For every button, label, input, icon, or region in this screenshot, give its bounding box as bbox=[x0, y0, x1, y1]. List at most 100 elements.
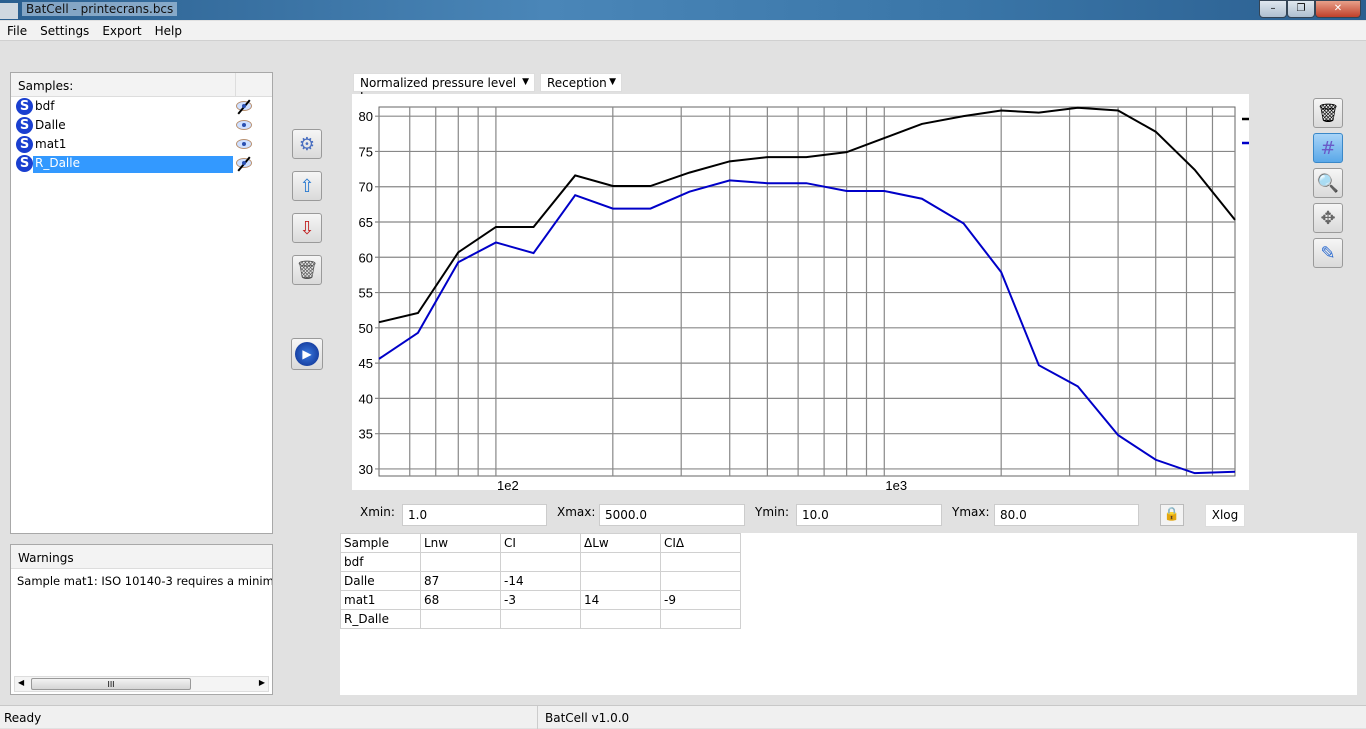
picker-button[interactable]: ✎ bbox=[1313, 238, 1343, 268]
y-tick-label: 50 bbox=[359, 321, 373, 336]
warnings-header: Warnings bbox=[11, 545, 272, 569]
table-cell: -3 bbox=[501, 591, 581, 610]
results-table-panel: SampleLnwCIΔLwCIΔbdfDalle87-14mat168-314… bbox=[340, 533, 1357, 695]
y-tick-label: 45 bbox=[359, 356, 373, 371]
column-header: Sample bbox=[341, 534, 421, 553]
table-cell bbox=[661, 572, 741, 591]
lock-button[interactable]: 🔒 bbox=[1160, 504, 1184, 526]
warning-message: Sample mat1: ISO 10140-3 requires a mini… bbox=[11, 569, 272, 593]
window-title: BatCell - printecrans.bcs bbox=[22, 2, 177, 16]
xmax-label: Xmax: bbox=[557, 505, 595, 519]
sample-name: mat1 bbox=[33, 137, 68, 154]
gear-upload-icon: ⇧ bbox=[299, 176, 314, 197]
import-button[interactable]: ⇧ bbox=[292, 171, 322, 201]
zoom-button[interactable]: 🔍 bbox=[1313, 168, 1343, 198]
sample-name: R_Dalle bbox=[33, 156, 233, 173]
sample-item[interactable]: Sbdf bbox=[11, 97, 272, 116]
sample-list[interactable]: SbdfSDalleSmat1SR_Dalle bbox=[11, 97, 272, 173]
table-header-row: SampleLnwCIΔLwCIΔ bbox=[341, 534, 741, 553]
zoom-icon: 🔍 bbox=[1317, 173, 1339, 194]
sample-item[interactable]: SDalle bbox=[11, 116, 272, 135]
sample-icon: S bbox=[16, 117, 33, 134]
xmax-input[interactable]: 5000.0 bbox=[599, 504, 745, 526]
y-tick-label: 80 bbox=[359, 109, 373, 124]
table-row[interactable]: mat168-314-9 bbox=[341, 591, 741, 610]
table-cell: R_Dalle bbox=[341, 610, 421, 629]
table-row[interactable]: R_Dalle bbox=[341, 610, 741, 629]
sample-item[interactable]: Smat1 bbox=[11, 135, 272, 154]
warnings-panel: Warnings Sample mat1: ISO 10140-3 requir… bbox=[10, 544, 273, 695]
table-cell: -14 bbox=[501, 572, 581, 591]
minimize-button[interactable]: – bbox=[1259, 0, 1287, 18]
run-button[interactable]: ▶ bbox=[291, 338, 323, 370]
clear-chart-button[interactable]: 🗑 bbox=[1313, 98, 1343, 128]
sample-item[interactable]: SR_Dalle bbox=[11, 154, 272, 173]
y-tick-label: 70 bbox=[359, 180, 373, 195]
grid-icon: # bbox=[1320, 138, 1335, 159]
chevron-down-icon: ▼ bbox=[522, 77, 529, 87]
menu-settings[interactable]: Settings bbox=[33, 21, 95, 38]
scroll-right-icon[interactable]: ▶ bbox=[259, 678, 265, 687]
ymin-input[interactable]: 10.0 bbox=[796, 504, 942, 526]
line-chart[interactable]: 30354045505560657075801e21e3Dallemat1 bbox=[352, 94, 1249, 490]
y-tick-label: 55 bbox=[359, 286, 373, 301]
y-tick-label: 35 bbox=[359, 427, 373, 442]
sample-icon: S bbox=[16, 98, 33, 115]
export-button[interactable]: ⇩ bbox=[292, 213, 322, 243]
x-tick-label: 1e2 bbox=[497, 478, 519, 490]
y-tick-label: 65 bbox=[359, 215, 373, 230]
xlog-button[interactable]: Xlog bbox=[1205, 504, 1245, 527]
eye-icon[interactable] bbox=[236, 139, 252, 149]
table-row[interactable]: bdf bbox=[341, 553, 741, 572]
x-tick-label: 1e3 bbox=[885, 478, 907, 490]
table-cell bbox=[581, 572, 661, 591]
eye-hidden-icon[interactable] bbox=[236, 158, 252, 168]
y-tick-label: 40 bbox=[359, 391, 373, 406]
eye-icon[interactable] bbox=[236, 120, 252, 130]
scroll-left-icon[interactable]: ◀ bbox=[18, 678, 24, 687]
sample-icon: S bbox=[16, 136, 33, 153]
status-bar: Ready BatCell v1.0.0 bbox=[0, 705, 1366, 728]
table-cell bbox=[661, 610, 741, 629]
samples-header: Samples: bbox=[11, 73, 272, 97]
gear-download-icon: ⇩ bbox=[299, 218, 314, 239]
table-cell bbox=[581, 610, 661, 629]
pan-button[interactable]: ✥ bbox=[1313, 203, 1343, 233]
table-cell bbox=[421, 553, 501, 572]
status-divider bbox=[537, 706, 538, 729]
play-icon: ▶ bbox=[295, 342, 319, 366]
ymax-input[interactable]: 80.0 bbox=[994, 504, 1139, 526]
results-table: SampleLnwCIΔLwCIΔbdfDalle87-14mat168-314… bbox=[340, 533, 741, 629]
grid-toggle-button[interactable]: # bbox=[1313, 133, 1343, 163]
scroll-thumb[interactable]: III bbox=[31, 678, 191, 690]
menu-file[interactable]: File bbox=[0, 21, 33, 38]
trash-icon: 🗑 bbox=[1317, 103, 1340, 124]
y-tick-label: 60 bbox=[359, 250, 373, 265]
chart-panel[interactable]: 30354045505560657075801e21e3Dallemat1 bbox=[352, 94, 1249, 490]
close-button[interactable]: ✕ bbox=[1315, 0, 1361, 18]
gear-icon: ⚙ bbox=[299, 134, 315, 155]
table-cell: 68 bbox=[421, 591, 501, 610]
eye-hidden-icon[interactable] bbox=[236, 101, 252, 111]
menu-help[interactable]: Help bbox=[148, 21, 188, 38]
table-row[interactable]: Dalle87-14 bbox=[341, 572, 741, 591]
horizontal-scrollbar[interactable]: ◀ III ▶ bbox=[14, 676, 269, 692]
samples-panel: Samples: SbdfSDalleSmat1SR_Dalle bbox=[10, 72, 273, 534]
xmin-label: Xmin: bbox=[360, 505, 395, 519]
app-logo bbox=[0, 3, 18, 19]
quantity-dropdown[interactable]: Normalized pressure level Ln▼ bbox=[353, 73, 535, 92]
maximize-button[interactable]: ❐ bbox=[1287, 0, 1315, 18]
column-header: ΔLw bbox=[581, 534, 661, 553]
xmin-input[interactable]: 1.0 bbox=[402, 504, 547, 526]
sample-name: bdf bbox=[33, 99, 56, 116]
column-header: CI bbox=[501, 534, 581, 553]
chevron-down-icon: ▼ bbox=[609, 77, 616, 87]
table-cell bbox=[421, 610, 501, 629]
column-header: Lnw bbox=[421, 534, 501, 553]
menu-export[interactable]: Export bbox=[95, 21, 147, 38]
side-dropdown[interactable]: Reception▼ bbox=[540, 73, 622, 92]
table-cell bbox=[501, 610, 581, 629]
delete-sample-button[interactable]: 🗑 bbox=[292, 255, 322, 285]
settings-gear-button[interactable]: ⚙ bbox=[292, 129, 322, 159]
side-value: Reception bbox=[547, 76, 607, 90]
